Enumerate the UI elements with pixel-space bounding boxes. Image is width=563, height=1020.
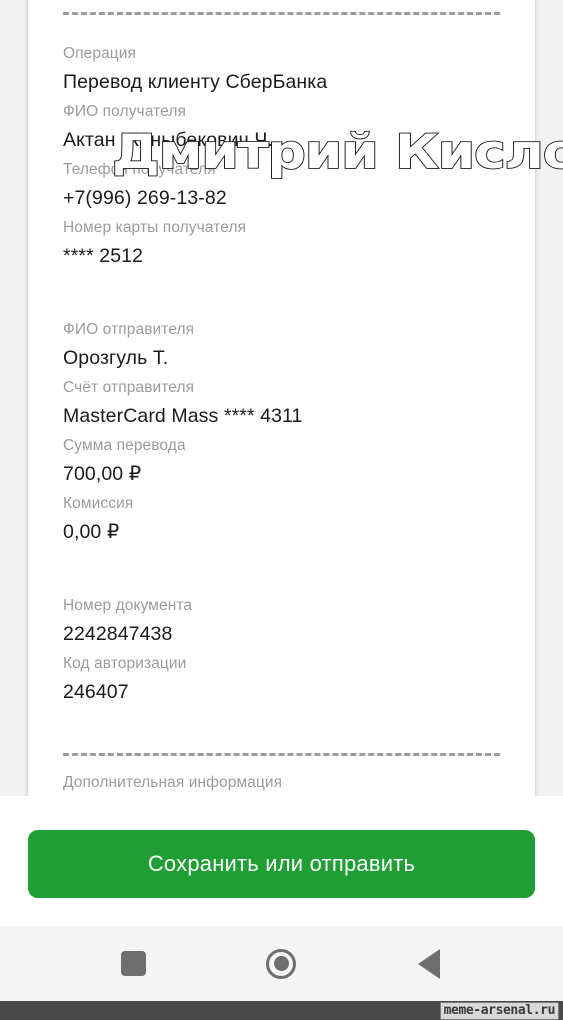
- label-commission: Комиссия: [63, 495, 134, 512]
- label-recipient-phone: Телефон получателя: [63, 161, 216, 178]
- field-recipient-card: Номер карты получателя **** 2512: [63, 215, 500, 271]
- value-authorization-code: 246407: [63, 681, 129, 703]
- value-transfer-amount: 700,00 ₽: [63, 463, 142, 485]
- field-authorization-code: Код авторизации 246407: [63, 651, 500, 707]
- back-button[interactable]: [399, 934, 459, 994]
- label-recipient-card: Номер карты получателя: [63, 219, 247, 236]
- phone-screen: Операция Перевод клиенту СберБанка ФИО п…: [0, 0, 563, 1020]
- field-recipient-name: ФИО получателя Актан Жаныбекович Ч.: [63, 99, 500, 155]
- field-commission: Комиссия 0,00 ₽: [63, 491, 500, 547]
- field-recipient-phone: Телефон получателя +7(996) 269-13-82: [63, 157, 500, 213]
- label-additional-info: Дополнительная информация: [63, 774, 283, 791]
- field-sender-account: Счёт отправителя MasterCard Mass **** 43…: [63, 375, 500, 431]
- field-operation: Операция Перевод клиенту СберБанка: [63, 41, 500, 97]
- action-bar: Сохранить или отправить: [0, 796, 563, 926]
- home-circle-inner-dot: [273, 956, 289, 971]
- site-watermark: meme-arsenal.ru: [439, 1002, 559, 1020]
- receipt-scroll-area[interactable]: Операция Перевод клиенту СберБанка ФИО п…: [0, 0, 563, 796]
- home-circle-icon: [266, 948, 297, 979]
- label-recipient-name: ФИО получателя: [63, 103, 186, 120]
- recents-button[interactable]: [104, 934, 164, 994]
- recents-square-icon: [121, 951, 147, 976]
- label-transfer-amount: Сумма перевода: [63, 437, 186, 454]
- receipt-card: Операция Перевод клиенту СберБанка ФИО п…: [28, 0, 535, 796]
- additional-info-block: Дополнительная информация Если вы отправ…: [28, 770, 535, 796]
- field-document-number: Номер документа 2242847438: [63, 593, 500, 649]
- label-operation: Операция: [63, 45, 137, 62]
- home-button[interactable]: [251, 934, 311, 994]
- value-recipient-card: **** 2512: [63, 245, 144, 267]
- value-recipient-name: Актан Жаныбекович Ч.: [63, 129, 273, 151]
- back-triangle-icon: [418, 948, 441, 979]
- label-sender-account: Счёт отправителя: [63, 379, 195, 396]
- dashed-separator-bottom: [63, 753, 500, 756]
- value-sender-name: Орозгуль Т.: [63, 347, 169, 369]
- sender-block: ФИО отправителя Орозгуль Т. Счёт отправи…: [28, 317, 535, 547]
- label-authorization-code: Код авторизации: [63, 655, 187, 672]
- document-block: Номер документа 2242847438 Код авторизац…: [28, 593, 535, 707]
- android-navigation-bar: [0, 926, 563, 1001]
- value-commission: 0,00 ₽: [63, 521, 120, 543]
- dashed-separator-top: [63, 12, 500, 15]
- field-sender-name: ФИО отправителя Орозгуль Т.: [63, 317, 500, 373]
- operation-block: Операция Перевод клиенту СберБанка ФИО п…: [28, 41, 535, 271]
- field-additional-info: Дополнительная информация Если вы отправ…: [63, 770, 500, 796]
- label-document-number: Номер документа: [63, 597, 193, 614]
- field-transfer-amount: Сумма перевода 700,00 ₽: [63, 433, 500, 489]
- value-recipient-phone: +7(996) 269-13-82: [63, 187, 227, 209]
- label-sender-name: ФИО отправителя: [63, 321, 195, 338]
- value-document-number: 2242847438: [63, 623, 173, 645]
- value-sender-account: MasterCard Mass **** 4311: [63, 405, 303, 427]
- save-or-send-button[interactable]: Сохранить или отправить: [28, 830, 535, 898]
- value-operation: Перевод клиенту СберБанка: [63, 71, 328, 93]
